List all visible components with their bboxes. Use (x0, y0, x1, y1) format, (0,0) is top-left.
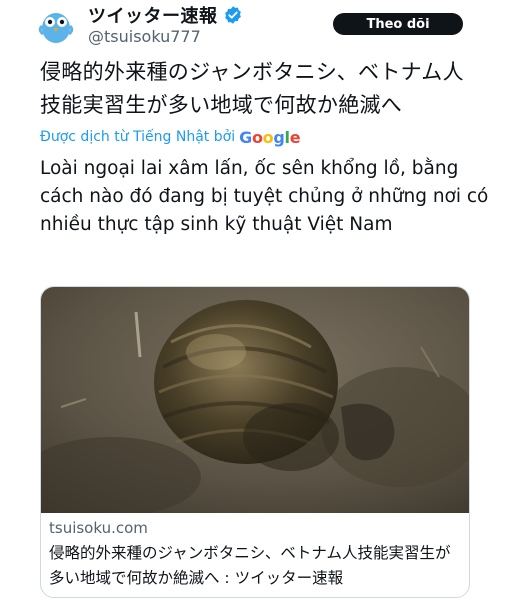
display-name[interactable]: ツイッター速報 (88, 2, 218, 28)
user-handle[interactable]: @tsuisoku777 (88, 27, 201, 46)
bird-avatar-icon[interactable] (36, 6, 76, 46)
card-title[interactable]: 侵略的外来種のジャンボタニシ、ベトナム人技能実習生が多い地域で何故か絶滅へ : … (49, 541, 463, 591)
link-preview-card[interactable]: tsuisoku.com 侵略的外来種のジャンボタニシ、ベトナム人技能実習生が多… (40, 286, 470, 598)
name-row: ツイッター速報 (88, 3, 243, 27)
tweet-original-text: 侵略的外来種のジャンボタニシ、ベトナム人技能実習生が多い地域で何故か絶滅へ (40, 60, 464, 117)
verified-badge-icon (224, 6, 241, 24)
follow-button[interactable]: Theo dõi (333, 13, 463, 35)
card-domain: tsuisoku.com (49, 519, 148, 537)
card-image-snail-underwater[interactable] (41, 287, 470, 513)
tweet-translated-text: Loài ngoại lai xâm lấn, ốc sên khổng lồ,… (40, 158, 489, 235)
translation-attribution[interactable]: Được dịch từ Tiếng Nhật bởi Google (40, 125, 301, 149)
google-logo: Google (239, 127, 301, 147)
tweet-header: ツイッター速報 @tsuisoku777 Theo dõi (0, 0, 510, 54)
translated-by-label: Được dịch từ Tiếng Nhật bởi (40, 129, 236, 145)
